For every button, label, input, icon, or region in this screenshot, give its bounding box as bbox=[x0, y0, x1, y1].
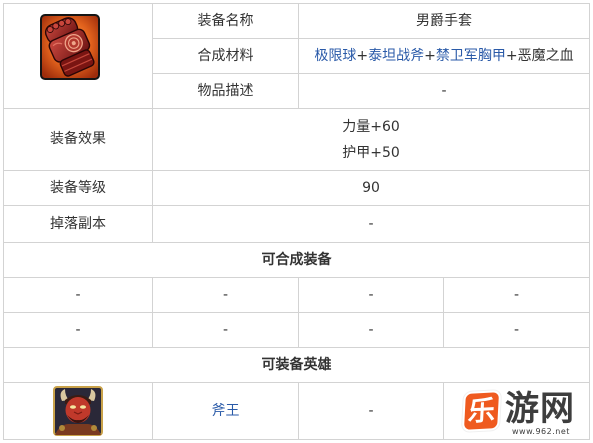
materials-value: 极限球 + 泰坦战斧 + 禁卫军胸甲 + 恶魔之血 bbox=[299, 39, 589, 73]
effects-value: 力量+60 护甲+50 bbox=[153, 109, 589, 170]
description-value: - bbox=[299, 74, 589, 108]
material-link[interactable]: 禁卫军胸甲 bbox=[436, 48, 506, 65]
craftable-cell: - bbox=[153, 313, 298, 347]
hero-name-cell: 斧王 bbox=[153, 383, 298, 439]
item-name-label: 装备名称 bbox=[153, 4, 298, 38]
material-separator: + bbox=[424, 47, 436, 64]
level-value: 90 bbox=[153, 171, 589, 205]
material-link[interactable]: 极限球 bbox=[314, 48, 356, 65]
equippable-heroes-title: 可装备英雄 bbox=[4, 348, 589, 382]
craftable-cell: - bbox=[4, 278, 152, 312]
material-text: 恶魔之血 bbox=[517, 47, 574, 64]
hero-name-link[interactable]: 斧王 bbox=[212, 403, 240, 420]
axe-hero-portrait-graphic bbox=[53, 386, 103, 436]
drop-label: 掉落副本 bbox=[4, 206, 152, 242]
axe-hero-portrait[interactable] bbox=[53, 386, 103, 436]
craftable-equipment-title: 可合成装备 bbox=[4, 243, 589, 277]
material-separator: + bbox=[356, 47, 369, 64]
craftable-cell: - bbox=[4, 313, 152, 347]
level-label: 装备等级 bbox=[4, 171, 152, 205]
hero-cell: - bbox=[299, 383, 443, 439]
materials-label: 合成材料 bbox=[153, 39, 298, 73]
baron-gauntlet-icon-graphic bbox=[40, 14, 100, 80]
material-link[interactable]: 泰坦战斧 bbox=[368, 48, 424, 65]
effects-list: 力量+60 护甲+50 bbox=[342, 114, 400, 166]
craftable-cell: - bbox=[299, 313, 443, 347]
craftable-cell: - bbox=[153, 278, 298, 312]
craftable-cell: - bbox=[299, 278, 443, 312]
craftable-cell: - bbox=[444, 278, 589, 312]
effect-line: 力量+60 bbox=[342, 118, 400, 135]
hero-extra-cell bbox=[444, 383, 589, 439]
hero-portrait-cell bbox=[4, 383, 152, 439]
equipment-info-table: 装备名称 男爵手套 合成材料 极限球 + 泰坦战斧 + 禁卫军胸甲 + 恶魔之血… bbox=[3, 3, 590, 440]
effect-line: 护甲+50 bbox=[342, 144, 400, 161]
craftable-cell: - bbox=[444, 313, 589, 347]
baron-gauntlet-icon bbox=[40, 14, 100, 80]
item-icon-cell bbox=[4, 4, 152, 108]
drop-value: - bbox=[153, 206, 589, 242]
effects-label: 装备效果 bbox=[4, 109, 152, 170]
item-name-value: 男爵手套 bbox=[299, 4, 589, 38]
material-separator: + bbox=[505, 47, 518, 64]
description-label: 物品描述 bbox=[153, 74, 298, 108]
